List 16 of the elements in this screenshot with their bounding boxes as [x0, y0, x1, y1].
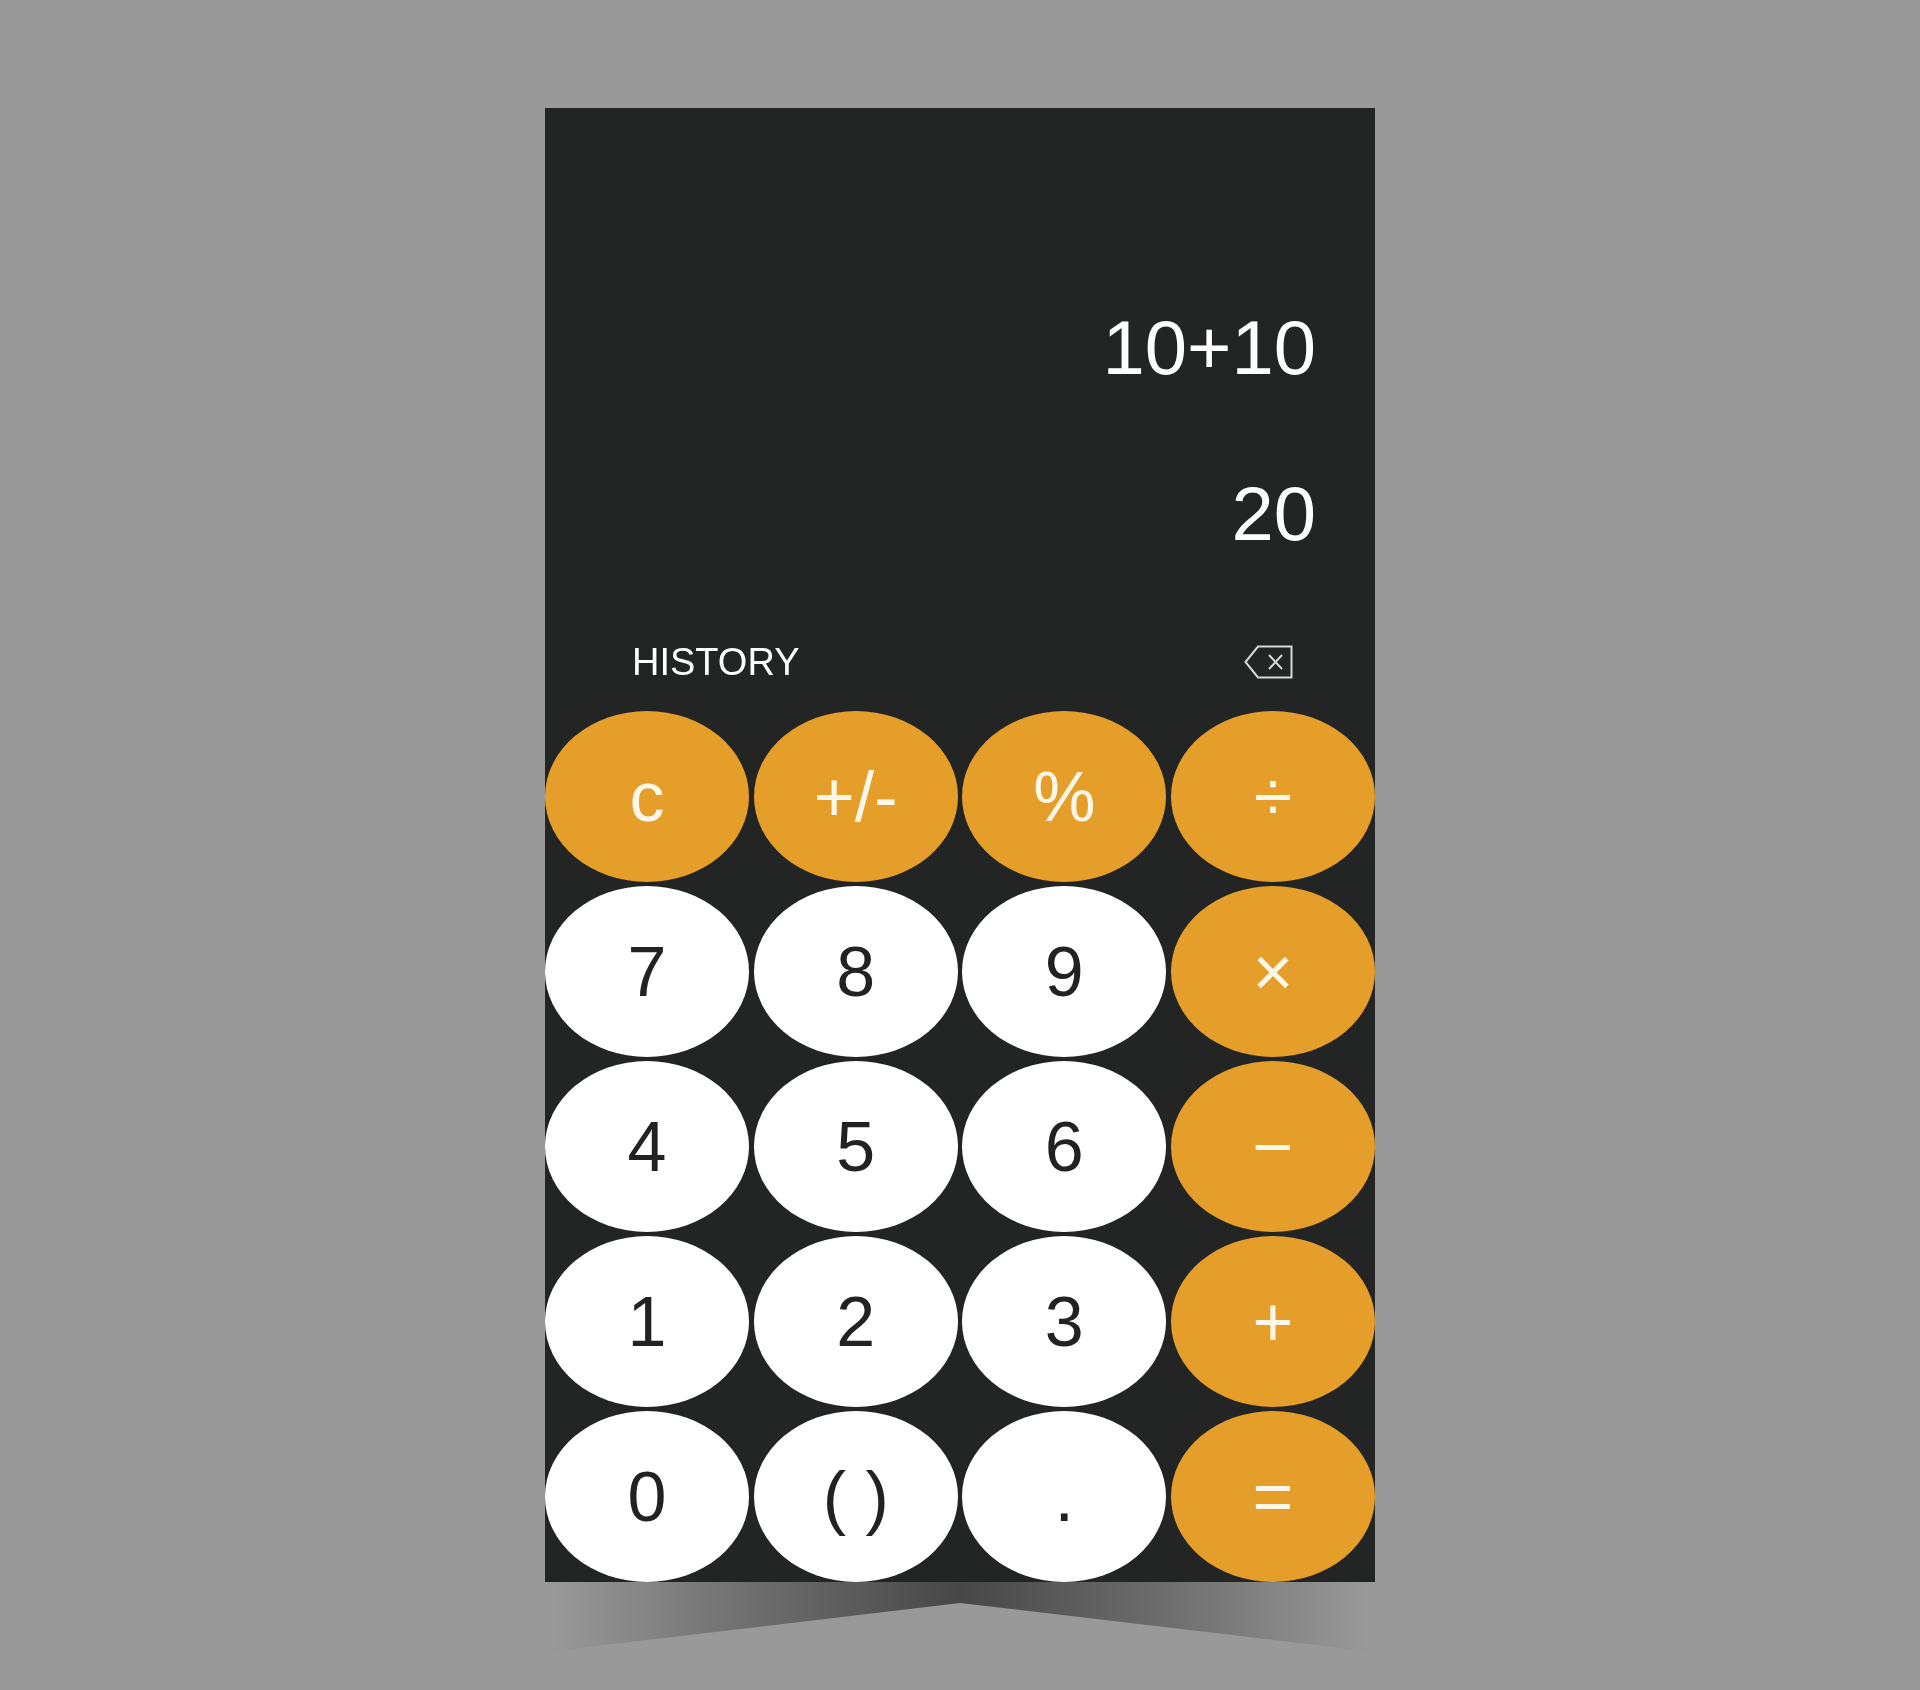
number-key[interactable]: 3 [962, 1236, 1167, 1407]
number-key[interactable]: 8 [753, 886, 958, 1057]
number-key[interactable]: ( ) [753, 1411, 958, 1582]
number-key[interactable]: 4 [545, 1061, 750, 1232]
number-key[interactable]: . [962, 1411, 1167, 1582]
number-key[interactable]: 1 [545, 1236, 750, 1407]
number-key[interactable]: 0 [545, 1411, 750, 1582]
history-button[interactable]: HISTORY [632, 642, 800, 681]
number-key[interactable]: 7 [545, 886, 750, 1057]
number-key[interactable]: 6 [962, 1061, 1167, 1232]
number-key[interactable]: 2 [753, 1236, 958, 1407]
number-key[interactable]: 5 [753, 1061, 958, 1232]
backspace-icon[interactable] [1244, 644, 1293, 679]
result-text: 20 [1231, 476, 1316, 552]
expression-text: 10+10 [1102, 310, 1316, 386]
number-key[interactable]: 9 [962, 886, 1167, 1057]
